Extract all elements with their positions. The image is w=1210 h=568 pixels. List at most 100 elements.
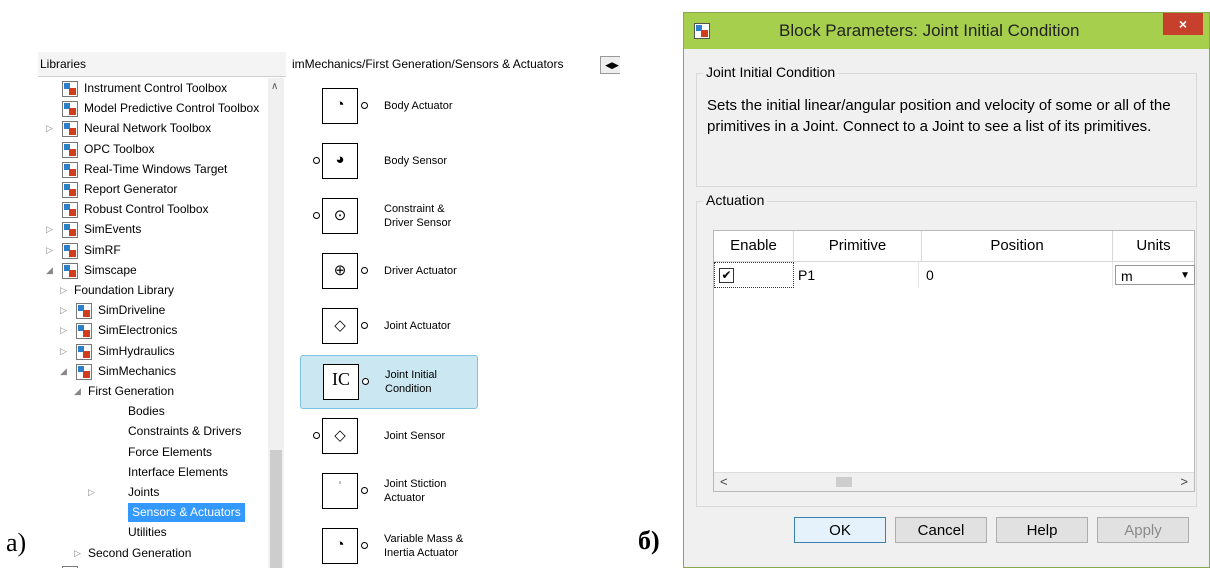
simulink-library-icon: [76, 323, 92, 340]
actuation-group-title: Actuation: [703, 192, 768, 208]
block-glyph: ◔: [335, 96, 345, 113]
column-header-primitive[interactable]: Primitive: [794, 231, 922, 262]
units-dropdown[interactable]: m ▼: [1115, 265, 1195, 285]
expanded-arrow-icon[interactable]: ◢: [46, 261, 56, 280]
library-block[interactable]: IC Joint Initial Condition: [300, 355, 478, 409]
collapsed-arrow-icon[interactable]: ▷: [60, 301, 70, 320]
body-actuator-icon[interactable]: ◔: [322, 88, 358, 124]
enable-checkbox[interactable]: ✔: [719, 268, 734, 283]
simulink-library-icon: [62, 81, 78, 97]
collapsed-arrow-icon[interactable]: ▷: [88, 483, 98, 502]
collapsed-arrow-icon[interactable]: ▷: [46, 220, 56, 239]
tree-item-label: SimMechanics: [98, 363, 177, 378]
library-block[interactable]: ◔ Body Actuator: [300, 80, 476, 132]
simulink-library-icon: [76, 303, 92, 320]
tree-item-label: SimElectronics: [98, 323, 178, 338]
table-row-primitive[interactable]: P1: [798, 262, 919, 288]
block-name: Joint Sensor: [384, 430, 446, 442]
body-sensor-icon[interactable]: ◕: [322, 143, 358, 179]
collapsed-arrow-icon[interactable]: ▷: [46, 119, 56, 138]
collapsed-arrow-icon[interactable]: ▷: [74, 544, 84, 563]
table-scroll-thumb[interactable]: [836, 477, 852, 487]
simulink-library-icon: [62, 141, 78, 158]
collapsed-arrow-icon[interactable]: ▷: [60, 342, 70, 361]
column-header-enable[interactable]: Enable: [714, 231, 794, 262]
simulink-library-icon: [62, 242, 78, 259]
library-block[interactable]: ◕ Body Sensor: [300, 135, 476, 187]
tree-item-label: SimRF: [84, 242, 121, 257]
dialog-titlebar[interactable]: Block Parameters: Joint Initial Conditio…: [684, 13, 1209, 49]
expanded-arrow-icon[interactable]: ◢: [74, 382, 84, 401]
constraint-sensor-icon[interactable]: ⊙: [322, 198, 358, 234]
ok-button[interactable]: OK: [794, 517, 886, 543]
tree-item-label: OPC Toolbox: [84, 141, 155, 156]
block-name: Joint Stiction Actuator: [384, 478, 447, 504]
joint-stiction-actuator-icon[interactable]: ≡: [322, 473, 358, 509]
library-block[interactable]: ⊕ Driver Actuator: [300, 245, 476, 297]
left-right-arrows-icon[interactable]: ◀▶: [600, 56, 620, 74]
scroll-left-icon[interactable]: <: [720, 474, 728, 489]
table-horizontal-scrollbar[interactable]: < >: [714, 472, 1194, 491]
tree-item-label: Constraints & Drivers: [128, 424, 242, 439]
driver-actuator-icon[interactable]: ⊕: [322, 253, 358, 289]
block-description: Sets the initial linear/angular position…: [707, 97, 1171, 135]
description-group-title: Joint Initial Condition: [703, 64, 839, 80]
simulink-library-icon: [62, 202, 78, 219]
joint-initial-condition-icon[interactable]: IC: [323, 364, 359, 400]
tree-scroll-thumb[interactable]: [270, 450, 282, 568]
library-block[interactable]: ⊙ Constraint & Driver Sensor: [300, 190, 476, 242]
dialog-title: Block Parameters: Joint Initial Conditio…: [779, 21, 1080, 40]
position-input[interactable]: 0: [926, 262, 1113, 288]
tree-scrollbar[interactable]: ∧: [268, 78, 284, 568]
close-button[interactable]: ×: [1163, 13, 1203, 35]
simulink-library-icon: [62, 222, 78, 239]
simulink-library-icon: [76, 343, 92, 360]
table-row-enable-cell[interactable]: ✔: [714, 262, 794, 288]
collapsed-arrow-icon[interactable]: ▷: [60, 321, 70, 340]
tree-item-label: Sensors & Actuators: [128, 503, 245, 523]
block-name: Joint Actuator: [384, 320, 451, 332]
tree-item-label: Joints: [128, 485, 160, 499]
library-block[interactable]: ◔ Variable Mass & Inertia Actuator: [300, 520, 476, 568]
collapsed-arrow-icon[interactable]: ▷: [46, 241, 56, 260]
units-selected-value: m: [1121, 268, 1133, 284]
collapsed-arrow-icon[interactable]: ▷: [60, 281, 70, 300]
apply-button[interactable]: Apply: [1097, 517, 1189, 543]
scroll-up-icon[interactable]: ∧: [271, 81, 278, 92]
library-block[interactable]: ≡ Joint Stiction Actuator: [300, 465, 476, 517]
library-tree-pane: Libraries Instrument Control Toolbox Mode…: [38, 52, 286, 568]
block-path-header: imMechanics/First Generation/Sensors & A…: [290, 52, 620, 76]
library-block[interactable]: ◇ Joint Sensor: [300, 410, 476, 462]
block-name: Variable Mass & Inertia Actuator: [384, 533, 464, 559]
scroll-right-icon[interactable]: >: [1180, 474, 1188, 489]
simulink-library-icon: [62, 182, 78, 198]
simulink-library-icon: [694, 23, 710, 39]
tree-item-label: Force Elements: [128, 444, 213, 459]
block-port: [362, 378, 369, 385]
joint-sensor-icon[interactable]: ◇: [322, 418, 358, 454]
cancel-button[interactable]: Cancel: [895, 517, 987, 543]
block-port: [361, 102, 368, 109]
column-header-units[interactable]: Units: [1113, 231, 1194, 262]
block-name: Body Actuator: [384, 100, 453, 112]
tree-item-label: Report Generator: [84, 182, 178, 196]
joint-actuator-icon[interactable]: ◇: [322, 308, 358, 344]
collapsed-arrow-icon[interactable]: ▷: [46, 564, 56, 568]
block-glyph: ⊕: [333, 262, 347, 279]
simulink-library-icon: [62, 262, 78, 279]
help-button[interactable]: Help: [996, 517, 1088, 543]
tree-item-label: Simscape: [84, 262, 137, 277]
block-glyph: ◇: [334, 427, 346, 444]
tree-item-label: Foundation Library: [74, 283, 175, 297]
variable-mass-actuator-icon[interactable]: ◔: [322, 528, 358, 564]
chevron-down-icon[interactable]: ▼: [1180, 266, 1190, 286]
units-cell[interactable]: m ▼: [1113, 262, 1195, 288]
tree-item-label: Model Predictive Control Toolbox: [84, 101, 260, 116]
simulink-library-icon: [62, 121, 78, 138]
tree-item-label: Interface Elements: [128, 464, 229, 479]
expanded-arrow-icon[interactable]: ◢: [60, 362, 70, 381]
column-header-position[interactable]: Position: [922, 231, 1113, 262]
library-block[interactable]: ◇ Joint Actuator: [300, 300, 476, 352]
description-group: Joint Initial Condition Sets the initial…: [696, 64, 1197, 187]
tree-item-label: Neural Network Toolbox: [84, 121, 212, 136]
